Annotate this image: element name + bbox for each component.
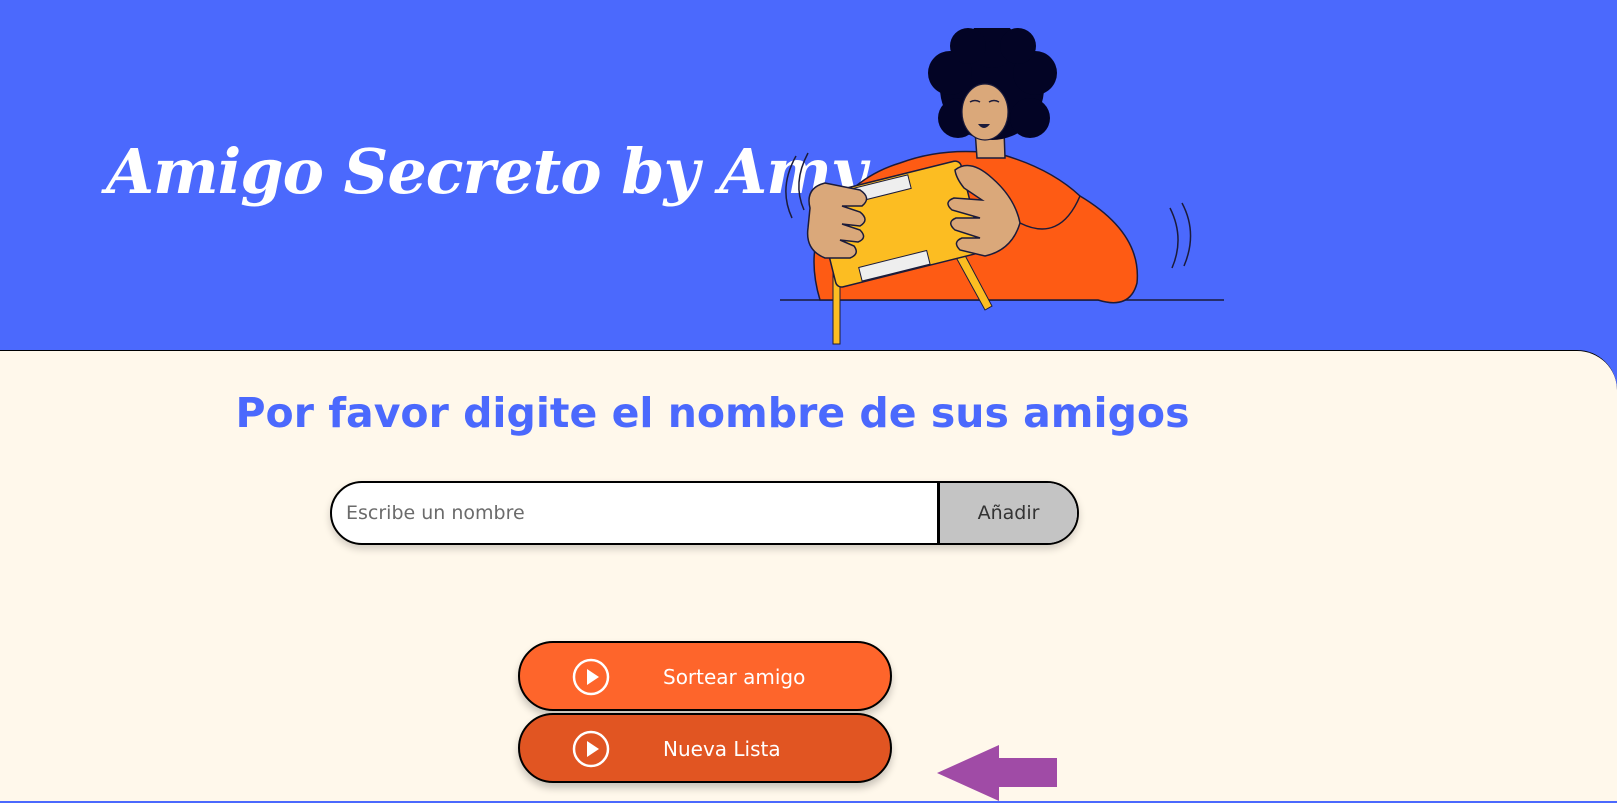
left-arrow-icon (937, 745, 1057, 801)
person-holding-gift-illustration (780, 28, 1224, 345)
new-list-label: Nueva Lista (663, 737, 781, 761)
header: Amigo Secreto by Amy (0, 0, 1617, 352)
name-input-group: Añadir (330, 481, 1079, 545)
play-circle-icon (572, 730, 610, 768)
name-input[interactable] (332, 483, 937, 543)
section-title: Por favor digite el nombre de sus amigos (235, 389, 1190, 437)
new-list-button[interactable]: Nueva Lista (518, 713, 892, 783)
draw-friend-button[interactable]: Sortear amigo (518, 641, 892, 711)
add-button[interactable]: Añadir (937, 483, 1077, 543)
app-title: Amigo Secreto by Amy (106, 135, 867, 208)
draw-friend-label: Sortear amigo (663, 665, 806, 689)
main-panel: Por favor digite el nombre de sus amigos… (0, 350, 1617, 801)
play-circle-icon (572, 658, 610, 696)
